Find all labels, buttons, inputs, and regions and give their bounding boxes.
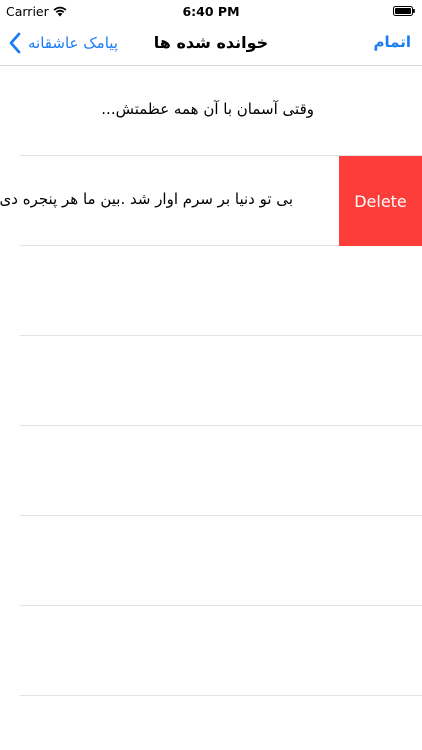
screen: Carrier 6:40 PM پیامک عاشقانه خوانده شده… — [0, 0, 422, 750]
done-button[interactable]: اتمام — [374, 33, 411, 51]
list-item-text: بی تو دنیا بر سرم اوار شد .بین ما هر پنج… — [0, 190, 293, 208]
list-item[interactable] — [0, 516, 422, 606]
list-item[interactable] — [0, 336, 422, 426]
list-item[interactable]: وقتی آسمان با آن همه عظمتش... — [0, 66, 422, 156]
delete-button[interactable]: Delete — [339, 156, 422, 246]
list-item[interactable] — [0, 246, 422, 336]
list-item[interactable] — [0, 426, 422, 516]
navigation-bar: پیامک عاشقانه خوانده شده ها اتمام — [0, 22, 422, 66]
status-bar: Carrier 6:40 PM — [0, 0, 422, 22]
page-title: خوانده شده ها — [153, 33, 269, 52]
list-item-content: بی تو دنیا بر سرم اوار شد .بین ما هر پنج… — [0, 156, 339, 246]
list-item-swiped[interactable]: بی تو دنیا بر سرم اوار شد .بین ما هر پنج… — [0, 156, 422, 246]
status-time: 6:40 PM — [182, 4, 240, 19]
list-item[interactable] — [0, 606, 422, 696]
message-list: وقتی آسمان با آن همه عظمتش... بی تو دنیا… — [0, 66, 422, 696]
list-item-text: وقتی آسمان با آن همه عظمتش... — [101, 100, 314, 118]
row-separator — [20, 695, 422, 696]
battery-icon — [393, 6, 415, 16]
